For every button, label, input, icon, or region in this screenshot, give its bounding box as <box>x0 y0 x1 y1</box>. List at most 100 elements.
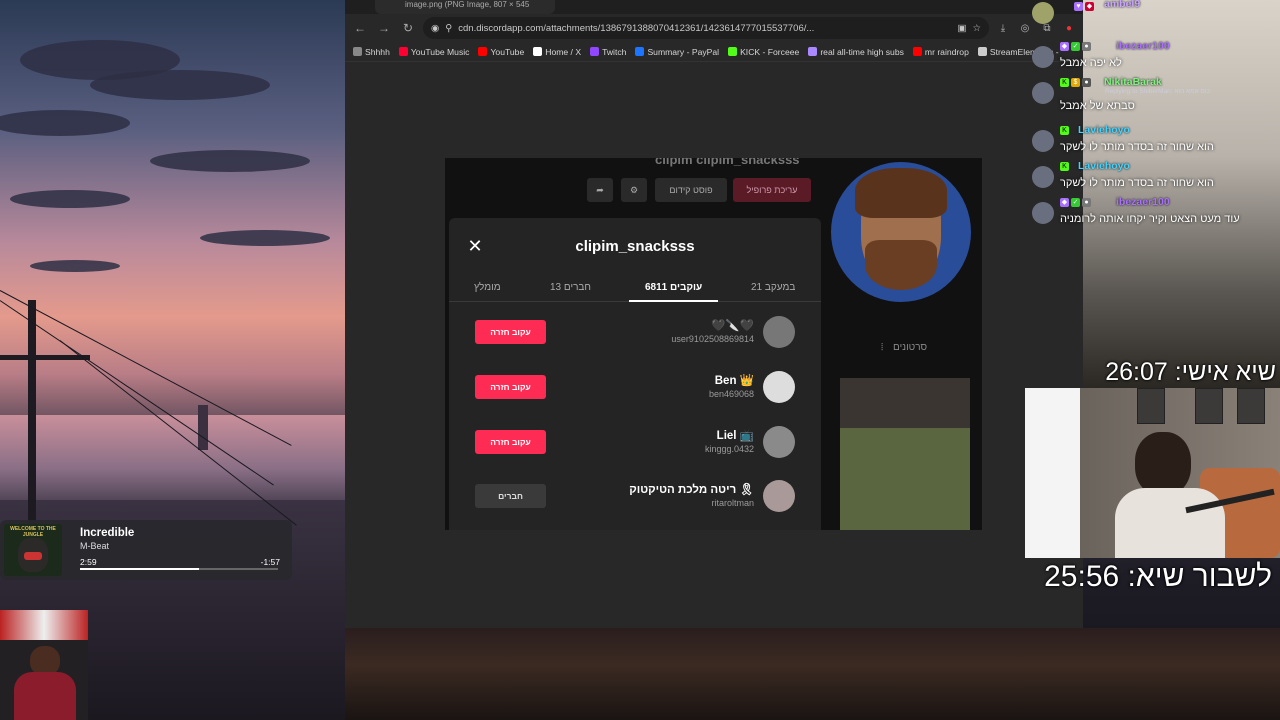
display-name: 🖤🔪🖤 <box>711 320 754 332</box>
playback-progress[interactable] <box>80 568 278 570</box>
settings-icon[interactable]: ⚙ <box>621 178 647 202</box>
modal-title: clipim_snacksss <box>575 238 695 255</box>
forward-icon[interactable]: → <box>375 19 393 37</box>
avatar[interactable] <box>763 426 795 458</box>
cloud <box>90 70 270 100</box>
username: ritaroltman <box>711 498 754 508</box>
avatar <box>1032 82 1054 104</box>
avatar[interactable] <box>763 316 795 348</box>
chat-username: ibezaer100 <box>1116 40 1170 52</box>
profile-handle: clipim clipim_snacksss <box>655 158 800 167</box>
display-name: Liel 📺 <box>716 430 754 442</box>
chat-text: הוא שחור זה בסדר מותר לו לשקר <box>1060 141 1214 153</box>
tab-videos[interactable]: סרטונים <box>893 342 927 353</box>
bookmark-label: YouTube <box>490 46 525 57</box>
image-viewport: clipim clipim_snacksss עריכת פרופיל פוסט… <box>345 62 1083 628</box>
chat-username: ibezaer100 <box>1116 196 1170 208</box>
avatar <box>1032 46 1054 68</box>
paypal-icon <box>635 47 645 56</box>
chat-reply: Replying to ShiberMan: כוס אמא הוא <box>1105 88 1210 95</box>
gift-badge-icon: ◆ <box>1085 2 1094 11</box>
utility-pole <box>28 300 36 530</box>
address-bar[interactable]: ◉ ⚲ cdn.discordapp.com/attachments/13867… <box>423 17 989 39</box>
bookmark-item[interactable]: Home / X <box>533 47 581 57</box>
twitch-icon <box>590 47 600 56</box>
stream-overlay: image.png (PNG Image, 807 × 545 ← → ↻ ◉ … <box>0 0 1280 720</box>
follow-back-button[interactable]: עקוב חזרה <box>475 320 546 344</box>
sub-badge-icon: ♥ <box>1074 2 1083 11</box>
friends-button[interactable]: חברים <box>475 484 546 508</box>
chat-username: ambel9 <box>1104 0 1141 10</box>
bookmark-item[interactable]: YouTube Music <box>398 47 469 57</box>
bookmark-item[interactable]: Summary - PayPal <box>635 47 719 57</box>
bookmark-label: Summary - PayPal <box>647 46 720 57</box>
bookmark-label: Home / X <box>545 46 582 57</box>
avatar[interactable] <box>763 371 795 403</box>
elapsed-time: 2:59 <box>80 557 97 567</box>
verified-badge-icon: ✓ <box>1071 42 1080 51</box>
tab-friends[interactable]: חברים 13 <box>550 282 591 302</box>
profile-tabs: סרטונים ⦙ <box>831 326 982 366</box>
tab-followers[interactable]: עוקבים 6811 <box>629 282 719 302</box>
bookmark-item[interactable]: KICK - Forceee <box>728 47 799 57</box>
bookmark-label: mr raindrop <box>924 46 969 57</box>
reload-icon[interactable]: ↻ <box>399 19 417 37</box>
chat-text: סבתא של אמבל <box>1060 100 1135 112</box>
follow-back-button[interactable]: עקוב חזרה <box>475 430 546 454</box>
kick-badge-icon: K <box>1060 126 1069 135</box>
username: ben469068 <box>708 389 754 399</box>
streamelements-icon <box>977 47 987 56</box>
tab-bar: image.png (PNG Image, 807 × 545 <box>345 0 1083 14</box>
grid-icon: ⦙ <box>881 342 884 353</box>
cloud <box>0 110 130 136</box>
tiktok-screenshot: clipim clipim_snacksss עריכת פרופיל פוסט… <box>445 158 982 530</box>
bookmark-item[interactable]: YouTube <box>478 47 524 57</box>
bookmark-item[interactable]: real all-time high subs <box>808 47 904 57</box>
cloud <box>200 230 330 246</box>
list-item[interactable]: ריטה מלכת הטיקטוק 🎗 ritaroltman חברים <box>449 476 821 516</box>
chat-username: NikitaBarak <box>1104 76 1162 88</box>
video-thumbnail[interactable] <box>840 428 970 530</box>
folder-icon <box>353 47 362 56</box>
personal-record-timer: שיא אישי: 26:07 <box>1105 358 1276 386</box>
badge-icon: ● <box>1082 78 1091 87</box>
modal-tabs: במעקב 21 עוקבים 6811 חברים 13 מומלץ <box>449 282 821 302</box>
tab-following[interactable]: במעקב 21 <box>751 282 795 302</box>
star-icon[interactable]: ☆ <box>972 23 981 34</box>
chat-text: עוד מעט הצאט וקיר יקחו אותה לרומניה <box>1060 213 1240 225</box>
badge-icon: ● <box>1082 198 1091 207</box>
x-icon <box>533 47 543 56</box>
bookmark-item[interactable]: mr raindrop <box>912 46 969 57</box>
album-art: WELCOME TO THE JUNGLE <box>4 524 62 576</box>
webcam <box>1025 388 1280 558</box>
share-icon[interactable]: ➦ <box>587 178 613 202</box>
bookmarks-bar: Shhhh YouTube Music YouTube Home / X Twitch S… <box>345 42 1083 62</box>
back-icon[interactable]: ← <box>351 19 369 37</box>
bookmark-item[interactable]: Shhhh <box>353 47 390 57</box>
username: user9102508869814 <box>671 334 754 344</box>
promote-post-button[interactable]: פוסט קידום <box>655 178 727 202</box>
site-info-icon[interactable]: ◉ <box>431 23 439 34</box>
profile-avatar <box>831 162 971 302</box>
list-item[interactable]: 🖤🔪🖤 user9102508869814 עקוב חזרה <box>449 312 821 352</box>
cloud <box>10 190 130 208</box>
avatar[interactable] <box>763 480 795 512</box>
kick-badge-icon: K <box>1060 162 1069 171</box>
avatar <box>1032 202 1054 224</box>
chat-text: הוא שחור זה בסדר מותר לו לשקר <box>1060 177 1214 189</box>
edit-profile-button[interactable]: עריכת פרופיל <box>733 178 811 202</box>
browser-tab[interactable]: image.png (PNG Image, 807 × 545 <box>375 0 555 14</box>
avatar <box>1032 130 1054 152</box>
progress-fill <box>80 568 199 570</box>
username: kinggg.0432 <box>704 444 754 454</box>
list-item[interactable]: Liel 📺 kinggg.0432 עקוב חזרה <box>449 422 821 462</box>
bookmark-item[interactable]: Twitch <box>590 47 626 57</box>
download-icon[interactable]: ⤓ <box>995 20 1011 36</box>
tab-suggested[interactable]: מומלץ <box>474 282 501 302</box>
display-name: Ben 👑 <box>714 375 754 387</box>
image-icon[interactable]: ▣ <box>957 23 966 34</box>
list-item[interactable]: Ben 👑 ben469068 עקוב חזרה <box>449 367 821 407</box>
lighthouse <box>198 405 208 450</box>
youtube-icon <box>478 47 488 56</box>
follow-back-button[interactable]: עקוב חזרה <box>475 375 546 399</box>
